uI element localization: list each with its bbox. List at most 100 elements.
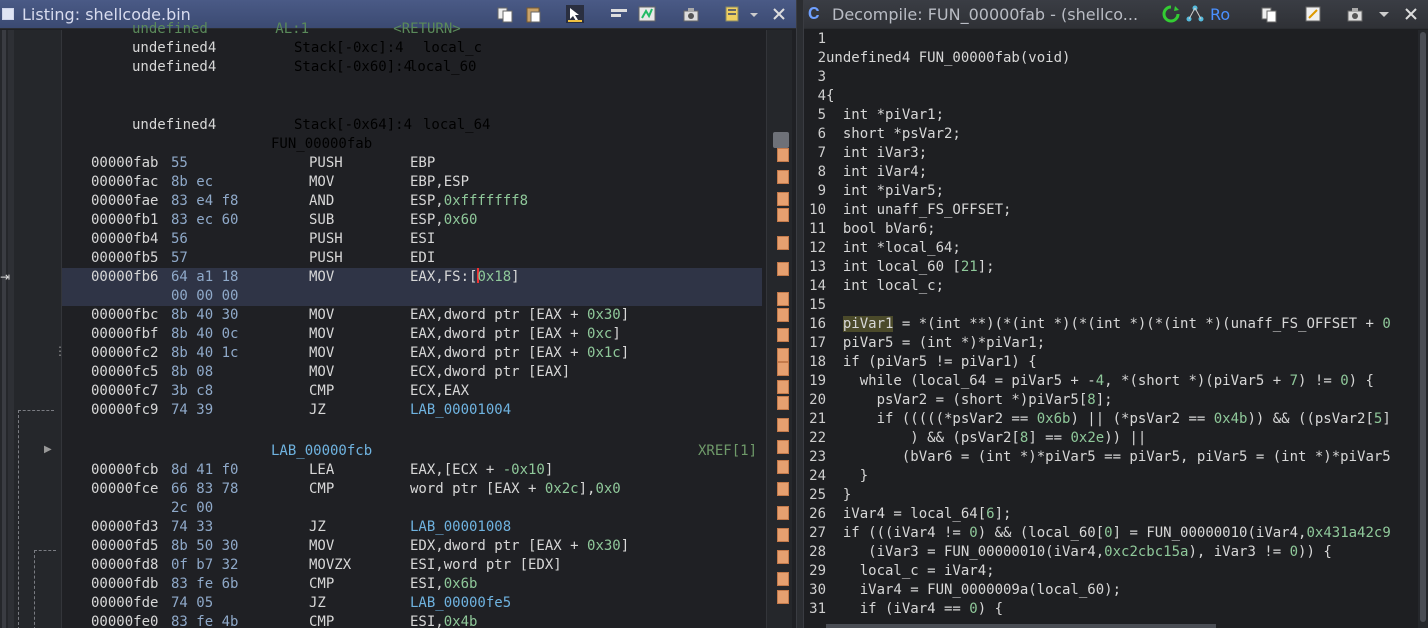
decompile-scrollbar[interactable] <box>1418 30 1428 628</box>
decompile-code[interactable]: 1 2 undefined4 FUN_00000fab(void) 3 4{5 int … <box>804 30 1424 628</box>
code-line[interactable]: short *psVar2; <box>826 125 961 144</box>
instruction-address: 00000fce <box>91 481 159 497</box>
scroll-thumb[interactable] <box>773 132 789 148</box>
diff-icon[interactable] <box>638 5 656 23</box>
local-var-row[interactable]: undefined4 Stack[-0xc]:4 local_c <box>132 39 482 58</box>
panel-splitter[interactable] <box>796 0 804 628</box>
snapshot-icon[interactable] <box>682 5 700 23</box>
edit-signature-icon[interactable] <box>1304 5 1322 23</box>
overview-mark[interactable] <box>777 170 789 184</box>
code-line[interactable]: int *piVar5; <box>826 182 944 201</box>
instruction-bytes: 3b c8 <box>171 383 214 399</box>
overview-mark[interactable] <box>777 308 789 322</box>
xref-label[interactable]: XREF[1] <box>698 442 757 461</box>
instruction-operands: ESI <box>410 231 436 247</box>
overview-mark[interactable] <box>777 418 789 432</box>
code-line[interactable]: piVar5 = (int *)*piVar1; <box>826 334 1045 353</box>
decompile-titlebar[interactable]: 𝐂 Decompile: FUN_00000fab - (shellco... … <box>804 0 1428 29</box>
line-number: 11 <box>809 221 826 237</box>
code-line[interactable]: int *local_64; <box>826 239 961 258</box>
overview-mark[interactable] <box>777 550 789 564</box>
overview-mark[interactable] <box>777 460 789 474</box>
code-line[interactable]: if (((((*psVar2 == 0x6b) || (*psVar2 == … <box>826 410 1391 429</box>
overview-mark[interactable] <box>777 440 789 454</box>
code-line[interactable]: if (iVar4 == 0) { <box>826 600 1003 619</box>
code-line[interactable]: if (((iVar4 != 0) && (local_60[0] = FUN_… <box>826 524 1391 543</box>
code-line[interactable]: while (local_64 = piVar5 + -4, *(short *… <box>826 372 1374 391</box>
overview-mark[interactable] <box>777 148 789 162</box>
instruction-bytes: 64 a1 18 <box>171 269 239 285</box>
code-line[interactable]: int unaff_FS_OFFSET; <box>826 201 1012 220</box>
code-line[interactable]: iVar4 = local_64[6]; <box>826 505 1012 524</box>
read-only-toggle[interactable]: Ro <box>1210 5 1230 24</box>
instruction-address: 00000fab <box>91 155 159 171</box>
code-line[interactable]: iVar4 = FUN_0000009a(local_60); <box>826 581 1121 600</box>
code-line[interactable]: (iVar3 = FUN_00000010(iVar4,0xc2cbc15a),… <box>826 543 1332 562</box>
instruction-mnemonic: PUSH <box>309 250 343 266</box>
overview-mark[interactable] <box>777 328 789 342</box>
code-line[interactable]: int local_c; <box>826 277 944 296</box>
lab-label[interactable]: LAB_00000fcb <box>271 442 372 461</box>
overview-mark[interactable] <box>777 572 789 586</box>
overview-mark[interactable] <box>777 506 789 520</box>
instruction-mnemonic: CMP <box>309 614 335 628</box>
instruction-mnemonic: PUSH <box>309 231 343 247</box>
instruction-operands: ESI,word ptr [EDX] <box>410 557 562 573</box>
code-line[interactable]: piVar1 = *(int **)(*(int *)(*(int *)(*(i… <box>826 315 1391 334</box>
code-line[interactable]: local_c = iVar4; <box>826 562 995 581</box>
code-line[interactable]: if (piVar5 != piVar1) { <box>826 353 1037 372</box>
function-label[interactable]: FUN_00000fab <box>271 135 372 154</box>
overview-mark[interactable] <box>777 528 789 542</box>
overview-mark[interactable] <box>777 192 789 206</box>
code-line[interactable]: bool bVar6; <box>826 220 936 239</box>
overview-mark[interactable] <box>777 262 789 276</box>
close-icon[interactable] <box>1402 5 1420 23</box>
overview-mark[interactable] <box>777 380 789 394</box>
local-var-row[interactable]: undefined4 Stack[-0x64]:4 local_64 <box>132 116 490 135</box>
code-line[interactable]: undefined4 FUN_00000fab(void) <box>826 49 1070 68</box>
instruction-mnemonic: MOVZX <box>309 557 352 573</box>
code-line[interactable]: } <box>826 486 851 505</box>
code-line[interactable]: } <box>826 467 868 486</box>
overview-mark[interactable] <box>777 292 789 306</box>
refresh-icon[interactable] <box>1162 5 1180 23</box>
overview-mark[interactable] <box>777 348 789 362</box>
cursor-select-icon[interactable] <box>566 5 584 23</box>
listing-overview-scrollbar[interactable] <box>766 30 792 628</box>
code-line[interactable]: ) && (psVar2[8] == 0x2e)) || <box>826 429 1146 448</box>
paste-icon[interactable] <box>524 5 542 23</box>
graph-icon[interactable] <box>1186 5 1204 23</box>
code-line[interactable]: int *piVar1; <box>826 106 944 125</box>
scroll-thumb[interactable] <box>1420 32 1426 622</box>
overview-mark[interactable] <box>777 482 789 496</box>
instruction-mnemonic: MOV <box>309 307 335 323</box>
code-line[interactable]: int local_60 [21]; <box>826 258 995 277</box>
instruction-mnemonic: MOV <box>309 538 335 554</box>
instruction-address: 00000fc9 <box>91 402 159 418</box>
code-line[interactable]: psVar2 = (short *)piVar5[8]; <box>826 391 1113 410</box>
overview-mark[interactable] <box>777 362 789 376</box>
copy-icon[interactable] <box>1260 5 1278 23</box>
field-layout-icon[interactable] <box>610 5 628 23</box>
close-icon[interactable] <box>770 5 788 23</box>
overview-mark[interactable] <box>777 590 789 604</box>
local-var-row[interactable]: undefined4 Stack[-0x60]:4 local_60 <box>132 58 476 77</box>
chevron-down-icon[interactable] <box>748 5 766 23</box>
line-number: 25 <box>809 487 826 503</box>
overview-mark[interactable] <box>777 208 789 222</box>
overview-mark[interactable] <box>777 396 789 410</box>
copy-icon[interactable] <box>496 5 514 23</box>
snapshot-icon[interactable] <box>1346 5 1364 23</box>
listing-code[interactable]: undefined AL:1 <RETURN> undefined4 Stack[… <box>0 21 762 628</box>
instruction-bytes: 74 05 <box>171 595 214 611</box>
layout-options-icon[interactable] <box>724 5 742 23</box>
code-line[interactable]: { <box>826 87 834 106</box>
code-line[interactable]: int iVar3; <box>826 144 927 163</box>
overview-mark[interactable] <box>777 236 789 250</box>
code-line[interactable]: int iVar4; <box>826 163 927 182</box>
instruction-bytes: 56 <box>171 231 188 247</box>
decompile-hscrollbar[interactable] <box>826 624 1216 628</box>
chevron-down-icon[interactable] <box>1378 5 1396 23</box>
instruction-mnemonic: MOV <box>309 326 335 342</box>
code-line[interactable]: (bVar6 = (int *)*piVar5 == piVar5, piVar… <box>826 448 1391 467</box>
